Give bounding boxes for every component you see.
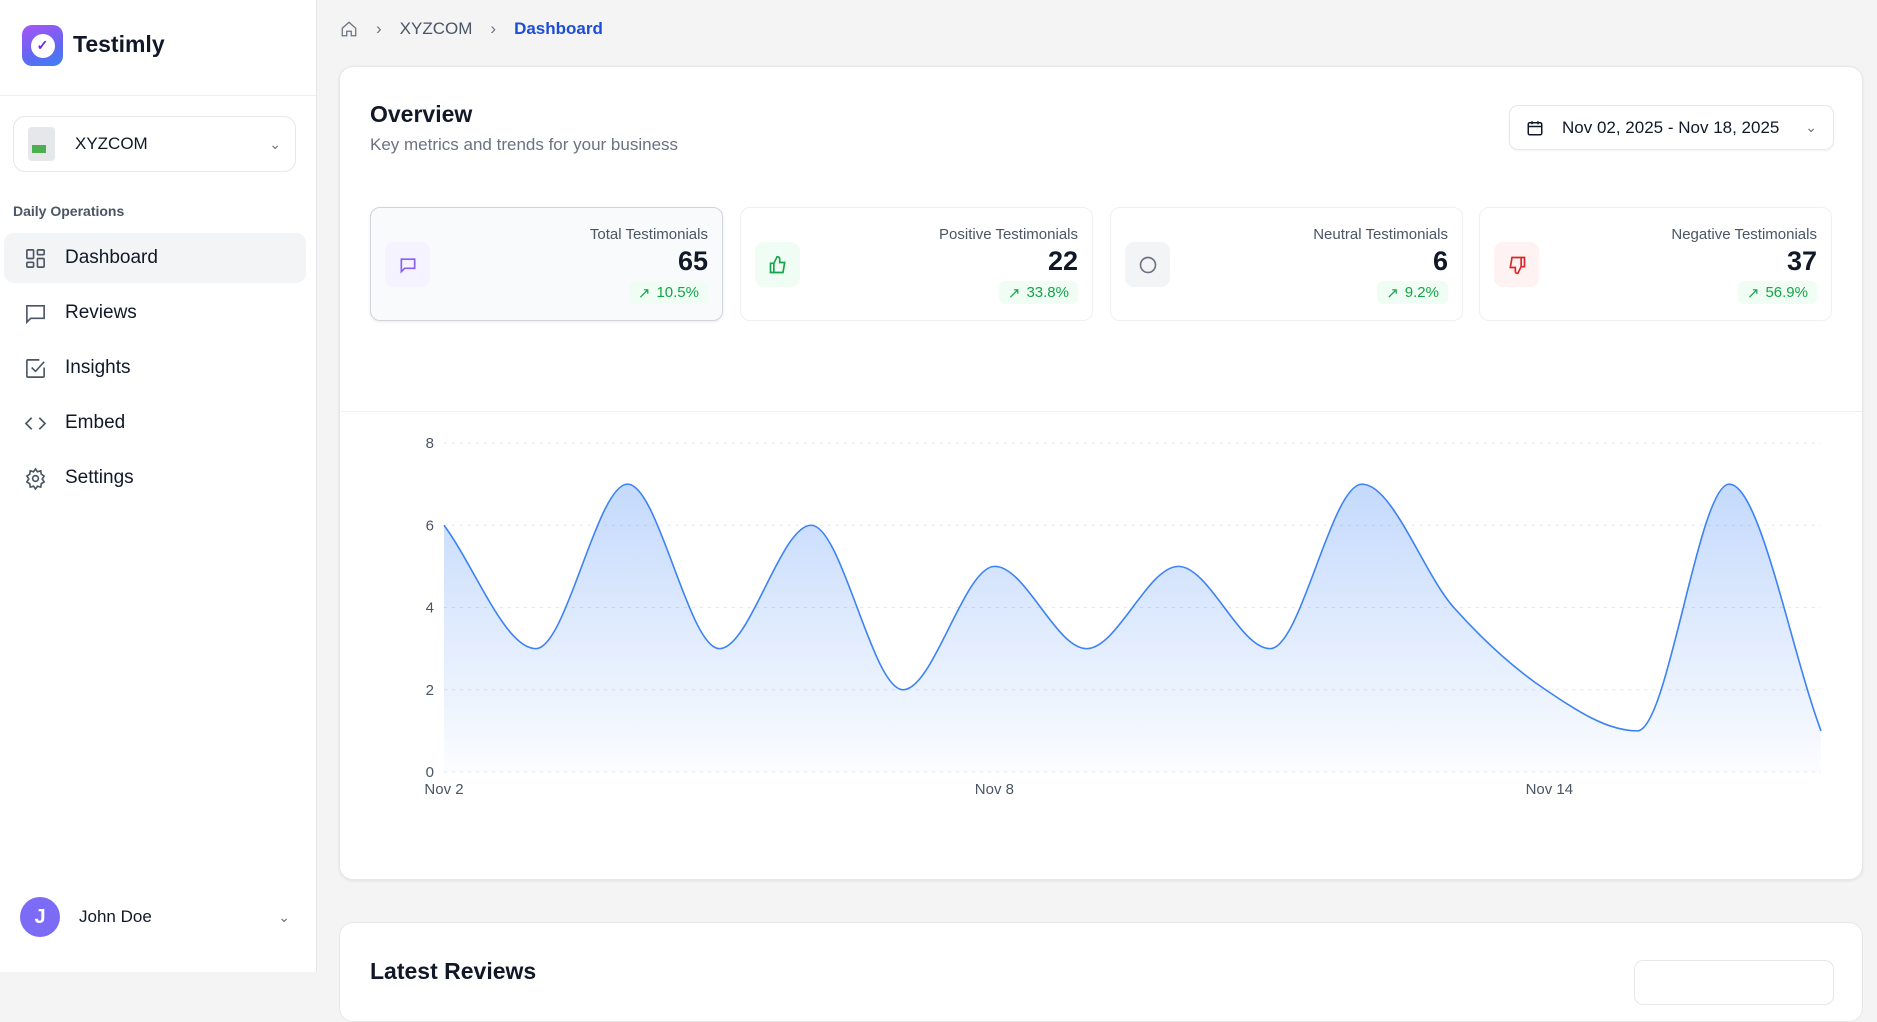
y-tick-label: 0 <box>426 764 434 781</box>
chart-area-fill <box>444 484 1821 772</box>
testimonials-area-chart: 0 2 4 6 8 Nov 2 Nov 8 Nov 14 <box>0 0 1877 972</box>
y-tick-label: 8 <box>426 435 434 452</box>
y-tick-label: 2 <box>426 682 434 699</box>
y-tick-label: 6 <box>426 517 434 534</box>
x-tick-label: Nov 2 <box>424 781 463 798</box>
x-tick-label: Nov 8 <box>975 781 1014 798</box>
y-tick-label: 4 <box>426 600 434 617</box>
x-tick-label: Nov 14 <box>1526 781 1574 798</box>
